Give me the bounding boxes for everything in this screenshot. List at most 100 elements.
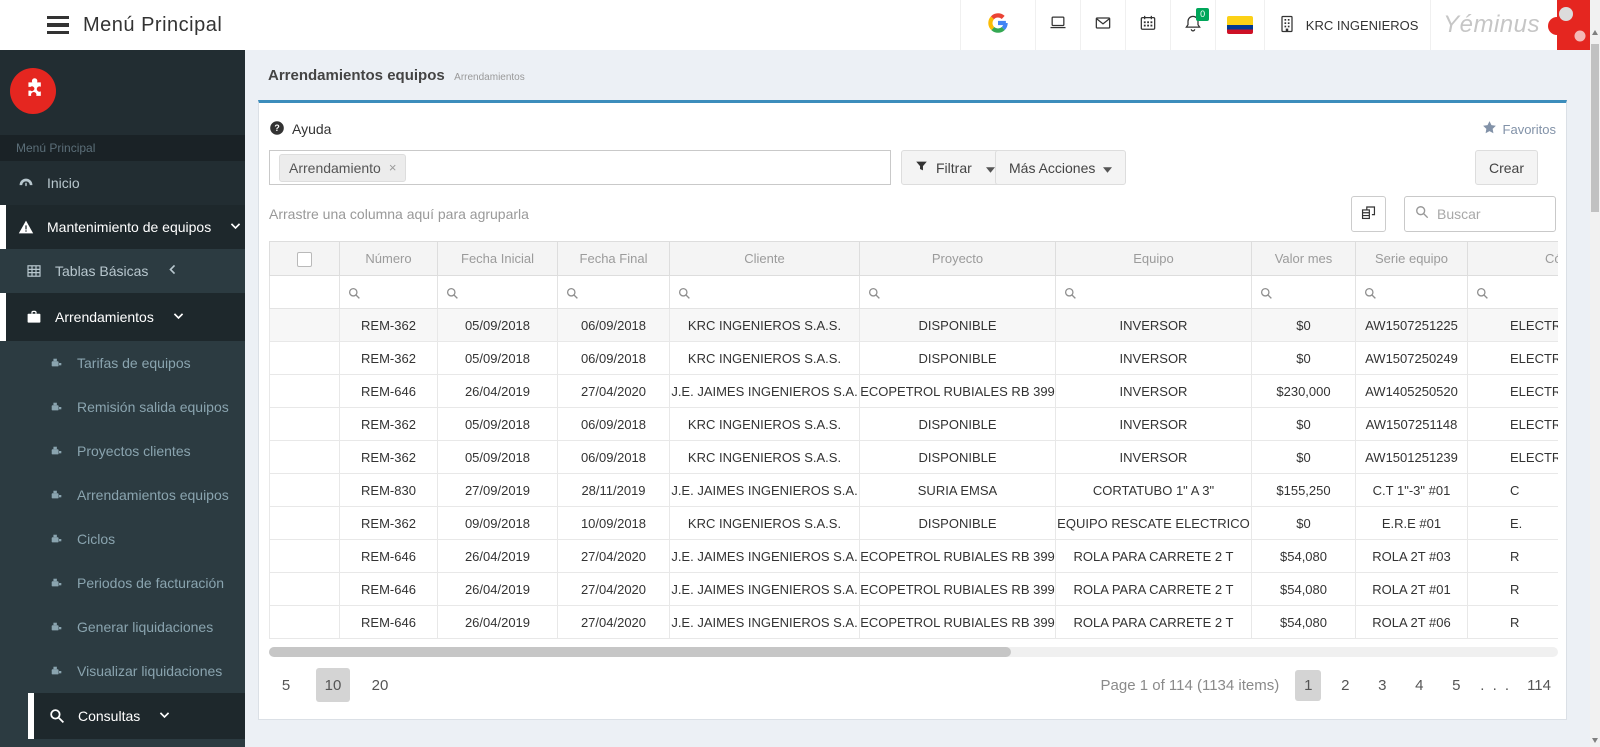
column-header-equipo[interactable]: Equipo: [1055, 241, 1252, 276]
funnel-icon: [915, 160, 928, 176]
horizontal-scrollbar[interactable]: [269, 647, 1558, 657]
page-button-2[interactable]: 2: [1332, 670, 1358, 701]
sidebar-item-mantenimiento-de-equipos[interactable]: Mantenimiento de equipos: [0, 205, 245, 249]
page-size-5[interactable]: 5: [269, 668, 303, 702]
favorites-link[interactable]: Favoritos: [1482, 120, 1556, 138]
remove-tag-icon[interactable]: ×: [389, 160, 397, 175]
column-chooser-button[interactable]: [1351, 196, 1386, 232]
column-header-valor-mes[interactable]: Valor mes: [1251, 241, 1356, 276]
question-circle-icon: ?: [269, 120, 285, 139]
sidebar-item-visualizar-liquidaciones[interactable]: Visualizar liquidaciones: [0, 649, 245, 693]
page-size-10[interactable]: 10: [316, 668, 350, 702]
grid-cell: DISPONIBLE: [859, 341, 1056, 375]
notifications-button[interactable]: 0: [1170, 0, 1215, 50]
company-button[interactable]: KRC INGENIEROS: [1264, 0, 1430, 50]
column-header-proyecto[interactable]: Proyecto: [859, 241, 1056, 276]
column-header-fecha-final[interactable]: Fecha Final: [557, 241, 670, 276]
pager-right: Page 1 of 114 (1134 items) 12345 . . . 114: [1101, 669, 1556, 701]
table-row[interactable]: REM-362 05/09/2018 06/09/2018 KRC INGENIERO…: [269, 407, 1558, 441]
page-button-114[interactable]: 114: [1522, 670, 1556, 701]
column-filter-input[interactable]: [437, 275, 558, 309]
row-select-cell[interactable]: [269, 506, 340, 540]
sidebar-item-periodos-de-facturacion[interactable]: Periodos de facturación: [0, 561, 245, 605]
grid-cell: REM-362: [339, 308, 438, 342]
table-row[interactable]: REM-646 26/04/2019 27/04/2020 J.E. JAIMES I…: [269, 572, 1558, 606]
sidebar-item-tarifas-de-equipos[interactable]: Tarifas de equipos: [0, 341, 245, 385]
horizontal-scrollbar-thumb[interactable]: [269, 647, 1011, 657]
scroll-up-icon[interactable]: [1592, 30, 1598, 35]
column-header-numero[interactable]: Número: [339, 241, 438, 276]
grid-cell: C: [1467, 473, 1558, 507]
mas-acciones-button[interactable]: Más Acciones: [995, 150, 1127, 185]
filtrar-button[interactable]: Filtrar: [901, 150, 1009, 185]
column-filter-input[interactable]: [859, 275, 1056, 309]
row-select-cell[interactable]: [269, 407, 340, 441]
sidebar-item-arrendamientos-equipos[interactable]: Arrendamientos equipos: [0, 473, 245, 517]
table-row[interactable]: REM-830 27/09/2019 28/11/2019 J.E. JAIMES I…: [269, 473, 1558, 507]
scroll-down-icon[interactable]: [1592, 738, 1598, 743]
row-select-cell[interactable]: [269, 440, 340, 474]
page-size-20[interactable]: 20: [363, 668, 397, 702]
row-select-cell[interactable]: [269, 539, 340, 573]
language-flag-button[interactable]: [1215, 0, 1264, 50]
column-filter-input[interactable]: [557, 275, 670, 309]
filter-tags-input[interactable]: Arrendamiento ×: [269, 150, 891, 185]
grid-cell: EQUIPO RESCATE ELECTRICO: [1055, 506, 1252, 540]
row-select-cell[interactable]: [269, 572, 340, 606]
sidebar-item-consultas[interactable]: Consultas: [28, 693, 245, 739]
sidebar-item-tablas-basicas[interactable]: Tablas Básicas: [0, 249, 245, 293]
sidebar-item-inicio[interactable]: Inicio: [0, 161, 245, 205]
crear-button[interactable]: Crear: [1474, 150, 1538, 185]
grid-cell: $155,250: [1251, 473, 1356, 507]
table-row[interactable]: REM-362 09/09/2018 10/09/2018 KRC INGENIERO…: [269, 506, 1558, 540]
row-select-cell[interactable]: [269, 341, 340, 375]
column-header-cliente[interactable]: Cliente: [669, 241, 860, 276]
table-row[interactable]: REM-646 26/04/2019 27/04/2020 J.E. JAIMES I…: [269, 374, 1558, 408]
page-button-4[interactable]: 4: [1406, 670, 1432, 701]
row-select-cell[interactable]: [269, 473, 340, 507]
row-select-cell[interactable]: [269, 605, 340, 639]
column-filter-input[interactable]: [1055, 275, 1252, 309]
row-select-cell[interactable]: [269, 374, 340, 408]
sidebar-item-generar-liquidaciones[interactable]: Generar liquidaciones: [0, 605, 245, 649]
grid-search-input[interactable]: [1437, 206, 1537, 222]
page-button-1[interactable]: 1: [1295, 669, 1322, 701]
chevron-down-icon: [166, 309, 185, 325]
table-row[interactable]: REM-362 05/09/2018 06/09/2018 KRC INGENIERO…: [269, 341, 1558, 375]
column-filter-input[interactable]: [1355, 275, 1468, 309]
table-row[interactable]: REM-362 05/09/2018 06/09/2018 KRC INGENIERO…: [269, 308, 1558, 342]
calendar-button[interactable]: [1125, 0, 1170, 50]
sidebar-item-arrendamientos[interactable]: Arrendamientos: [0, 293, 245, 341]
sidebar-item-proyectos-clientes[interactable]: Proyectos clientes: [0, 429, 245, 473]
sidebar-item-remision-salida-equipos[interactable]: Remisión salida equipos: [0, 385, 245, 429]
table-row[interactable]: REM-646 26/04/2019 27/04/2020 J.E. JAIMES I…: [269, 605, 1558, 639]
help-link[interactable]: ? Ayuda: [269, 120, 331, 139]
row-select-cell[interactable]: [269, 308, 340, 342]
column-header-fecha-inicial[interactable]: Fecha Inicial: [437, 241, 558, 276]
app-logo[interactable]: [10, 68, 56, 114]
sidebar-item-label: Arrendamientos: [55, 309, 154, 325]
sidebar-item-label: Periodos de facturación: [77, 575, 225, 591]
column-header-co[interactable]: Có: [1467, 241, 1558, 276]
magnifier-icon: [678, 284, 691, 299]
column-filter-input[interactable]: [1251, 275, 1356, 309]
vertical-scrollbar[interactable]: [1590, 0, 1600, 747]
sidebar-toggle[interactable]: Menú Principal: [0, 0, 300, 50]
vertical-scrollbar-thumb[interactable]: [1591, 44, 1599, 212]
google-button[interactable]: [960, 0, 1035, 50]
sidebar-item-ciclos[interactable]: Ciclos: [0, 517, 245, 561]
page-button-3[interactable]: 3: [1369, 670, 1395, 701]
column-filter-input[interactable]: [669, 275, 860, 309]
mail-button[interactable]: [1080, 0, 1125, 50]
pagination-bar: 5 10 20 Page 1 of 114 (1134 items) 12345. …: [269, 663, 1556, 707]
table-row[interactable]: REM-646 26/04/2019 27/04/2020 J.E. JAIMES I…: [269, 539, 1558, 573]
devices-button[interactable]: [1035, 0, 1080, 50]
table-row[interactable]: REM-362 05/09/2018 06/09/2018 KRC INGENIERO…: [269, 440, 1558, 474]
column-filter-input[interactable]: [1467, 275, 1558, 309]
sidebar-item-label: Ciclos: [77, 531, 116, 547]
column-filter-input[interactable]: [339, 275, 438, 309]
page-button-5[interactable]: 5: [1443, 670, 1469, 701]
select-all-checkbox[interactable]: [297, 251, 312, 267]
column-header-serie-equipo[interactable]: Serie equipo: [1355, 241, 1468, 276]
sidebar-menu: Inicio Mantenimiento de equipos Tablas Bás…: [0, 161, 245, 747]
